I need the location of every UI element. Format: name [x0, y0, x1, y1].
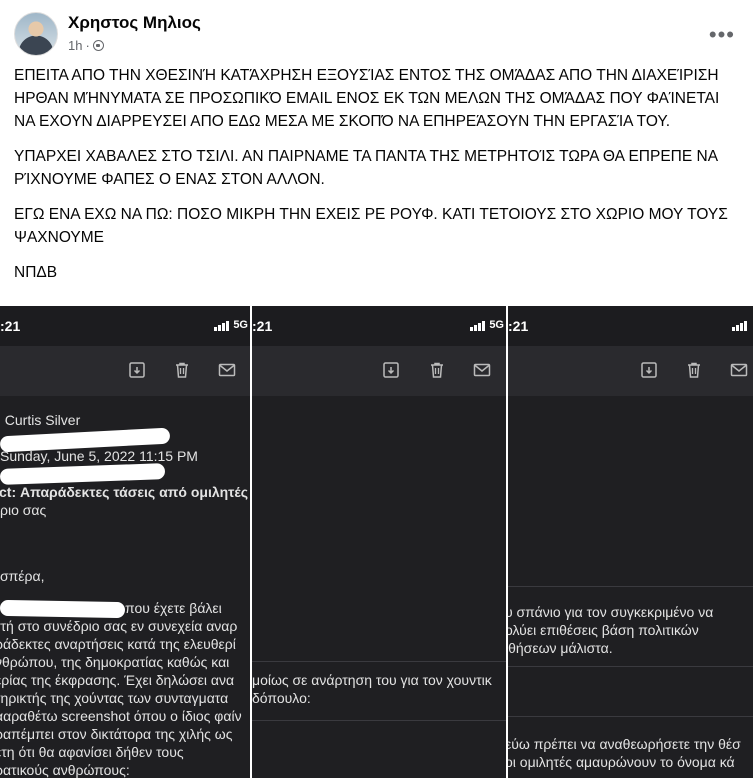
post-paragraph: ΕΓΩ ΕΝΑ ΕΧΩ ΝΑ ΠΩ: ΠΟΣΟ ΜΙΚΡΗ ΤΗΝ ΕΧΕΙΣ …: [14, 206, 728, 246]
signal-bars-icon: [470, 319, 486, 331]
divider: [252, 720, 506, 721]
email-screenshot-3[interactable]: :21 υ σπάνιο για τον συγκεκριμένο να ολύ…: [508, 306, 753, 778]
audience-globe-icon[interactable]: [92, 40, 104, 51]
archive-icon[interactable]: [640, 361, 658, 379]
redaction-scribble: [0, 599, 126, 619]
author-avatar[interactable]: [14, 12, 58, 56]
post-paragraph: ΝΠΔΒ: [14, 264, 58, 281]
email-line: ραπέμπει στον δικτάτορα της χιλής ως: [0, 726, 233, 742]
divider: [508, 586, 753, 587]
email-line: ριο σας: [0, 502, 47, 518]
delete-icon[interactable]: [173, 361, 191, 379]
mail-toolbar: [508, 346, 753, 396]
email-line: μοίως σε ανάρτηση του για τον χουντικ: [252, 672, 492, 688]
archive-icon[interactable]: [382, 361, 400, 379]
status-time: :21: [0, 318, 21, 334]
mail-icon[interactable]: [473, 361, 491, 379]
post-meta: 1h ·: [68, 38, 104, 53]
email-content: μοίως σε ανάρτηση του για τον χουντικ δό…: [252, 396, 506, 778]
email-line: ράδεκτες αναρτήσεις κατά της ελευθερί: [0, 636, 236, 652]
delete-icon[interactable]: [428, 361, 446, 379]
email-line: ααραθέτω screenshot όπου ο ίδιος φαίν: [0, 708, 242, 724]
email-screenshot-2[interactable]: :21 5G μοίως σε ανάρτηση του για τον χου…: [252, 306, 506, 778]
email-line: ερίας της έκφρασης. Έχει δηλώσει ανα: [0, 672, 235, 688]
more-options-button[interactable]: •••: [709, 22, 735, 48]
email-line: ολύει επιθέσεις βάση πολιτικών: [508, 622, 699, 638]
divider: [508, 666, 753, 667]
post-text: ΕΠΕΙΤΑ ΑΠΟ ΤΗΝ ΧΘΕΣΙΝΉ ΚΑΤΆΧΡΗΣΗ ΕΞΟΥΣΊΑ…: [14, 64, 742, 296]
post-paragraph: ΥΠΑΡΧΕΙ ΧΑΒΑΛΕΣ ΣΤΟ ΤΣΙΛΙ. ΑΝ ΠΑΙΡΝΑΜΕ Τ…: [14, 148, 718, 188]
mail-toolbar: [0, 346, 250, 396]
post-paragraph: ΕΠΕΙΤΑ ΑΠΟ ΤΗΝ ΧΘΕΣΙΝΉ ΚΑΤΆΧΡΗΣΗ ΕΞΟΥΣΊΑ…: [14, 67, 720, 130]
divider: [508, 716, 753, 717]
status-bar: :21: [508, 306, 753, 346]
email-line: ρατικούς ανθρώπους:: [0, 762, 130, 778]
email-line: που έχετε βάλει: [125, 600, 222, 616]
status-bar: :21 5G: [0, 306, 250, 346]
email-line: εύω πρέπει να αναθεωρήσετε την θέσ: [508, 736, 741, 752]
author-name[interactable]: Χρηστος Μηλιος: [68, 13, 201, 33]
email-screenshot-1[interactable]: :21 5G : Curtis Silver Sunday, June 5, 2…: [0, 306, 250, 778]
signal-bars-icon: [214, 319, 230, 331]
redaction-scribble: [0, 463, 166, 485]
mail-icon[interactable]: [218, 361, 236, 379]
archive-icon[interactable]: [128, 361, 146, 379]
email-line: νθρώπου, της δημοκρατίας καθώς και: [0, 654, 230, 670]
email-line: οι ομιλητές αμαυρώνουν το όνομα κά: [508, 754, 735, 770]
email-line: δόπουλο:: [252, 690, 311, 706]
signal-indicator: 5G: [470, 319, 504, 331]
email-line: υ σπάνιο για τον συγκεκριμένο να: [508, 604, 714, 620]
email-greeting: σπέρα,: [0, 568, 45, 584]
email-line: ιθήσεων μάλιστα.: [508, 640, 613, 656]
email-date: Sunday, June 5, 2022 11:15 PM: [0, 448, 198, 464]
mail-icon[interactable]: [730, 361, 748, 379]
email-content: : Curtis Silver Sunday, June 5, 2022 11:…: [0, 396, 250, 778]
email-line: τηρικτής της χούντας των συνταγματα: [0, 690, 229, 706]
mail-toolbar: [252, 346, 506, 396]
post-time[interactable]: 1h: [68, 38, 82, 53]
email-subject: ct: Απαράδεκτες τάσεις από ομιλητές: [0, 484, 249, 500]
email-from: : Curtis Silver: [0, 412, 81, 428]
email-line: έτη ότι θα αφανίσει δήθεν τους: [0, 744, 184, 760]
post-header: Χρηστος Μηλιος 1h · •••: [14, 12, 739, 58]
status-bar: :21 5G: [252, 306, 506, 346]
signal-indicator: 5G: [214, 319, 248, 331]
signal-bars-icon: [732, 319, 748, 331]
delete-icon[interactable]: [685, 361, 703, 379]
email-line: ττή στο συνέδριο σας εν συνεχεία αναρ: [0, 618, 238, 634]
status-time: :21: [252, 318, 273, 334]
email-content: υ σπάνιο για τον συγκεκριμένο να ολύει ε…: [508, 396, 753, 778]
divider: [252, 661, 506, 662]
signal-indicator: [732, 319, 751, 331]
photo-gallery[interactable]: :21 5G : Curtis Silver Sunday, June 5, 2…: [0, 306, 753, 778]
status-time: :21: [508, 318, 529, 334]
